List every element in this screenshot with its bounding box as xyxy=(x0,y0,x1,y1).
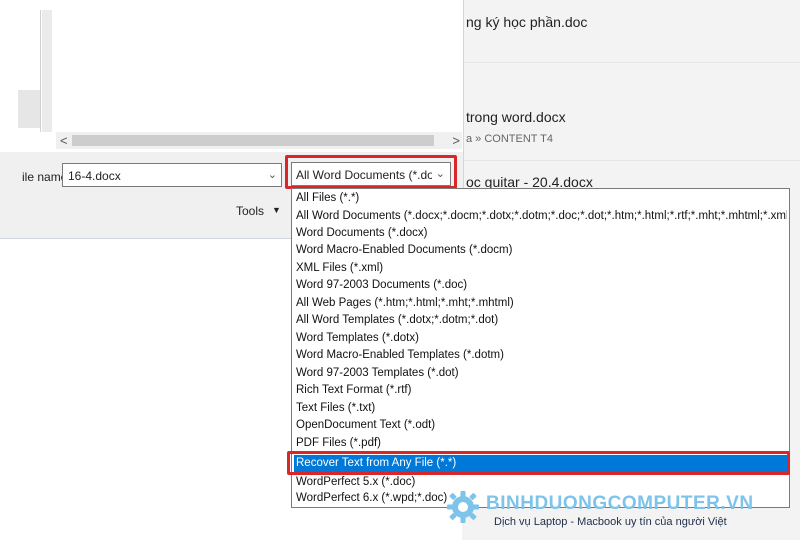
pane-divider xyxy=(40,10,41,132)
dropdown-option[interactable]: Word 97-2003 Documents (*.doc) xyxy=(294,277,787,294)
dropdown-option[interactable]: All Word Templates (*.dotx;*.dotm;*.dot) xyxy=(294,312,787,329)
dropdown-option[interactable]: All Files (*.*) xyxy=(294,190,787,207)
caret-down-icon[interactable]: ▼ xyxy=(272,205,281,215)
dropdown-option[interactable]: Word Macro-Enabled Documents (*.docm) xyxy=(294,242,787,259)
watermark-logo: BINHDUONGCOMPUTER.VN Dịch vụ Laptop - Ma… xyxy=(446,490,800,540)
vertical-scrollbar[interactable] xyxy=(42,10,52,132)
chevron-down-icon[interactable]: ⌄ xyxy=(268,168,277,181)
dropdown-option[interactable]: All Word Documents (*.docx;*.docm;*.dotx… xyxy=(294,208,787,225)
dropdown-option[interactable]: WordPerfect 5.x (*.doc) xyxy=(294,474,787,491)
scroll-right-arrow-icon[interactable]: > xyxy=(452,132,460,149)
horizontal-scrollbar[interactable]: < > xyxy=(56,132,462,149)
dropdown-option[interactable]: Word Templates (*.dotx) xyxy=(294,330,787,347)
dropdown-option[interactable]: Rich Text Format (*.rtf) xyxy=(294,382,787,399)
gear-logo-icon xyxy=(447,491,479,523)
scrollbar-thumb[interactable] xyxy=(72,135,434,146)
file-name-input[interactable]: 16-4.docx ⌄ xyxy=(62,163,282,187)
brand-tagline: Dịch vụ Laptop - Macbook uy tín của ngườ… xyxy=(494,516,727,528)
annotation-highlight-box xyxy=(285,155,457,189)
dropdown-option[interactable]: OpenDocument Text (*.odt) xyxy=(294,417,787,434)
dropdown-option[interactable]: Word 97-2003 Templates (*.dot) xyxy=(294,365,787,382)
nav-pane-strip xyxy=(18,90,40,128)
dropdown-option[interactable]: All Web Pages (*.htm;*.html;*.mht;*.mhtm… xyxy=(294,295,787,312)
recent-file-2[interactable]: trong word.docx xyxy=(466,109,566,125)
brand-name: BINHDUONGCOMPUTER.VN xyxy=(486,493,754,514)
annotation-highlight-box xyxy=(287,451,790,475)
recent-file-2-path: a » CONTENT T4 xyxy=(466,133,554,145)
dropdown-option[interactable]: PDF Files (*.pdf) xyxy=(294,435,787,452)
scroll-left-arrow-icon[interactable]: < xyxy=(60,132,68,149)
recent-file-1[interactable]: ng ký học phần.doc xyxy=(466,14,587,30)
divider xyxy=(462,62,800,63)
dropdown-option[interactable]: Text Files (*.txt) xyxy=(294,400,787,417)
file-name-value: 16-4.docx xyxy=(68,169,121,183)
dropdown-option[interactable]: Word Macro-Enabled Templates (*.dotm) xyxy=(294,347,787,364)
dropdown-option[interactable]: XML Files (*.xml) xyxy=(294,260,787,277)
tools-button[interactable]: Tools xyxy=(236,204,264,218)
dropdown-option[interactable]: Word Documents (*.docx) xyxy=(294,225,787,242)
divider xyxy=(462,160,800,161)
